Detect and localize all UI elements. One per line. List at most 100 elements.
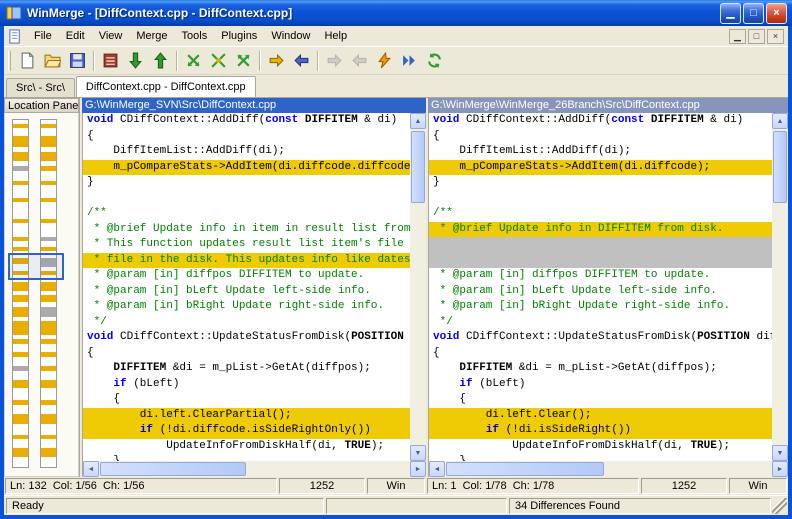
scroll-thumb[interactable] [446,462,604,476]
code-line: } [83,454,410,461]
scroll-down-button[interactable]: ▼ [772,445,788,461]
minimize-button[interactable]: ▁ [720,3,741,24]
select-line-diff-button[interactable] [98,49,123,73]
code-line: if (bLeft) [83,377,410,393]
menu-item-file[interactable]: File [27,26,59,46]
toolbar-grip[interactable] [8,51,11,71]
scroll-up-button[interactable]: ▲ [410,113,426,129]
code-line: { [83,346,410,362]
right-file-pane: G:\WinMerge\WinMerge_26Branch\Src\DiffCo… [428,98,788,477]
diff-marker [41,448,56,457]
copy-right-button[interactable] [264,49,289,73]
status-differences-found: 34 Differences Found [509,498,771,514]
save-button[interactable] [65,49,90,73]
location-bar-left[interactable] [12,119,29,468]
right-vertical-scrollbar[interactable]: ▲ ▼ [772,113,788,461]
code-line: * @param [in] bRight Update right-side i… [83,299,410,315]
mdi-close-button[interactable]: × [767,29,784,44]
scroll-thumb[interactable] [773,131,787,203]
code-segment [87,362,113,374]
tab-2[interactable]: DiffContext.cpp - DiffContext.cpp [76,76,256,97]
mdi-minimize-button[interactable]: ▁ [729,29,746,44]
copy-right-advance-button[interactable] [322,49,347,73]
diff-marker [13,307,28,317]
diff-marker [13,198,28,201]
status-spacer [326,498,507,514]
code-segment: { [433,393,466,405]
code-line: di.left.Clear(); [429,408,772,424]
mdi-restore-button[interactable]: □ [748,29,765,44]
scroll-thumb[interactable] [411,131,425,203]
document-icon [8,29,23,44]
deleted-lines-block [429,237,772,253]
right-pane-path-header[interactable]: G:\WinMerge\WinMerge_26Branch\Src\DiffCo… [428,98,788,113]
code-line: DIFFITEM &di = m_pList->GetAt(diffpos); [83,361,410,377]
copy-left-button[interactable] [289,49,314,73]
current-difference-button[interactable] [206,49,231,73]
maximize-button[interactable]: □ [743,3,764,24]
right-code-editor[interactable]: void CDiffContext::AddDiff(const DIFFITE… [429,113,772,461]
tab-1[interactable]: Src\ - Src\ [6,78,75,97]
code-segment: { [433,347,440,359]
first-difference-button[interactable] [181,49,206,73]
scroll-left-button[interactable]: ◄ [429,461,445,477]
copy-left-advance-button[interactable] [347,49,372,73]
new-button[interactable] [15,49,40,73]
diff-marker [13,166,28,170]
diff-marker [13,237,28,240]
location-view-rectangle[interactable] [8,253,64,280]
next-difference-button[interactable] [123,49,148,73]
code-line: * @brief Update info in DIFFITEM from di… [429,222,772,238]
previous-difference-button[interactable] [148,49,173,73]
scroll-right-button[interactable]: ► [410,461,426,477]
menu-item-view[interactable]: View [92,26,130,46]
all-right-button[interactable] [397,49,422,73]
refresh-button[interactable] [422,49,447,73]
menu-item-window[interactable]: Window [264,26,317,46]
left-pane-path-header[interactable]: G:\WinMerge_SVN\Src\DiffContext.cpp [82,98,426,113]
menu-item-help[interactable]: Help [317,26,354,46]
scroll-down-button[interactable]: ▼ [410,445,426,461]
code-line: void CDiffContext::UpdateStatusFromDisk(… [429,330,772,346]
scroll-up-button[interactable]: ▲ [772,113,788,129]
scroll-track[interactable] [445,461,772,477]
status-ready: Ready [6,498,324,514]
location-pane-header[interactable]: Location Pane [4,98,79,113]
toolbar [4,46,788,75]
close-button[interactable]: × [766,3,787,24]
code-segment: } [433,176,440,188]
code-line: if (bLeft) [429,377,772,393]
tab-bar: Src\ - Src\DiffContext.cpp - DiffContext… [4,75,788,98]
menu-item-merge[interactable]: Merge [129,26,174,46]
left-horizontal-scrollbar[interactable]: ◄ ► [82,461,426,477]
code-segment: m_pCompareStats->AddItem(di.diffcode); [433,161,710,173]
menu-item-plugins[interactable]: Plugins [214,26,264,46]
code-segment: void [433,114,466,126]
code-line: } [83,175,410,191]
code-segment: ); [371,440,384,452]
code-segment: { [87,393,120,405]
right-horizontal-scrollbar[interactable]: ◄ ► [428,461,788,477]
scroll-track[interactable] [410,129,426,445]
auto-merge-button[interactable] [372,49,397,73]
scroll-right-button[interactable]: ► [772,461,788,477]
code-segment: void [87,331,120,343]
diff-marker [13,366,28,372]
code-segment: DiffItemList::AddDiff(di); [87,145,285,157]
scroll-left-button[interactable]: ◄ [83,461,99,477]
left-vertical-scrollbar[interactable]: ▲ ▼ [410,113,426,461]
left-code-editor[interactable]: void CDiffContext::AddDiff(const DIFFITE… [83,113,410,461]
menu-item-edit[interactable]: Edit [59,26,92,46]
code-line: } [429,175,772,191]
scroll-track[interactable] [99,461,410,477]
scroll-track[interactable] [772,129,788,445]
window-content: FileEditViewMergeToolsPluginsWindowHelp … [4,26,788,515]
menu-item-tools[interactable]: Tools [175,26,215,46]
location-bar-right[interactable] [40,119,57,468]
open-button[interactable] [40,49,65,73]
scroll-thumb[interactable] [100,462,246,476]
code-line: DiffItemList::AddDiff(di); [83,144,410,160]
resize-grip[interactable] [772,498,787,514]
last-difference-button[interactable] [231,49,256,73]
code-segment: &di = m_pList->GetAt(diffpos); [512,362,717,374]
